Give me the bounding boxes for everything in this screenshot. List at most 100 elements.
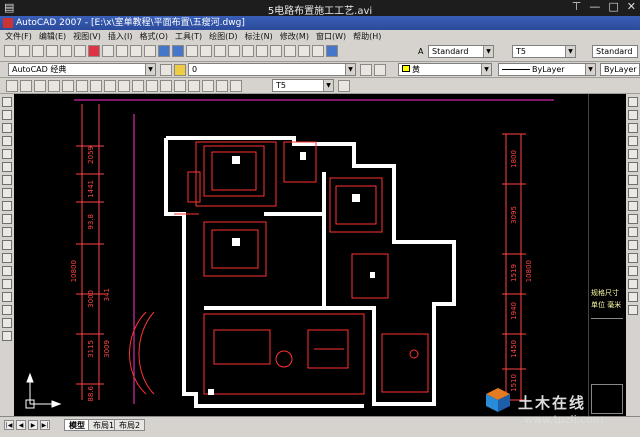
first-tab-icon[interactable]: |◀ (4, 420, 14, 430)
aligned-dim-icon[interactable] (20, 80, 32, 92)
copy-icon[interactable] (102, 45, 114, 57)
offset-icon[interactable] (628, 136, 638, 146)
block-editor-icon[interactable] (144, 45, 156, 57)
layer-manager-icon[interactable] (160, 64, 172, 76)
dim-style-select[interactable]: T5 ▼ (512, 45, 576, 58)
menu-tools[interactable]: 工具(T) (174, 31, 203, 42)
point-icon[interactable] (2, 266, 12, 276)
tolerance-icon[interactable] (174, 80, 186, 92)
menu-file[interactable]: 文件(F) (4, 31, 33, 42)
sheet-set-icon[interactable] (284, 45, 296, 57)
prev-tab-icon[interactable]: ◀ (16, 420, 26, 430)
radius-icon[interactable] (62, 80, 74, 92)
next-tab-icon[interactable]: ▶ (28, 420, 38, 430)
scale-icon[interactable] (628, 188, 638, 198)
continue-icon[interactable] (146, 80, 158, 92)
menu-draw[interactable]: 绘图(D) (208, 31, 238, 42)
cut-icon[interactable] (88, 45, 100, 57)
undo-icon[interactable] (158, 45, 170, 57)
arc-length-icon[interactable] (34, 80, 46, 92)
make-current-icon[interactable] (360, 64, 372, 76)
multiline-text-icon[interactable] (2, 331, 12, 341)
mirror-icon[interactable] (628, 123, 638, 133)
rotate-icon[interactable] (628, 175, 638, 185)
angular-icon[interactable] (104, 80, 116, 92)
menu-dimension[interactable]: 标注(N) (244, 31, 274, 42)
color-select[interactable]: 黄 ▼ (398, 63, 492, 76)
dim-style-select-2[interactable]: T5 ▼ (272, 79, 334, 92)
calculator-icon[interactable] (312, 45, 324, 57)
menu-format[interactable]: 格式(O) (138, 31, 169, 42)
dimension-style-icon[interactable] (338, 80, 350, 92)
hatch-icon[interactable] (2, 279, 12, 289)
match-properties-icon[interactable] (130, 45, 142, 57)
layer-previous-icon[interactable] (374, 64, 386, 76)
stretch-icon[interactable] (628, 201, 638, 211)
menu-edit[interactable]: 编辑(E) (38, 31, 67, 42)
menu-insert[interactable]: 插入(I) (107, 31, 134, 42)
layer-select[interactable]: 0 ▼ (188, 63, 356, 76)
make-block-icon[interactable] (2, 253, 12, 263)
circle-icon[interactable] (2, 175, 12, 185)
zoom-window-icon[interactable] (214, 45, 226, 57)
polyline-icon[interactable] (2, 123, 12, 133)
array-icon[interactable] (628, 149, 638, 159)
jogged-icon[interactable] (76, 80, 88, 92)
arc-icon[interactable] (2, 162, 12, 172)
print-icon[interactable] (46, 45, 58, 57)
tab-model[interactable]: 模型 (64, 419, 90, 431)
diameter-icon[interactable] (90, 80, 102, 92)
properties-icon[interactable] (242, 45, 254, 57)
paste-icon[interactable] (116, 45, 128, 57)
text-style-select[interactable]: Standard ▼ (428, 45, 494, 58)
quick-leader-icon[interactable] (160, 80, 172, 92)
open-icon[interactable] (18, 45, 30, 57)
dim-update-icon[interactable] (230, 80, 242, 92)
markup-icon[interactable] (298, 45, 310, 57)
linetype-select[interactable]: ByLayer ▼ (498, 63, 596, 76)
extend-icon[interactable] (628, 227, 638, 237)
menu-help[interactable]: 帮助(H) (352, 31, 382, 42)
menu-window[interactable]: 窗口(W) (315, 31, 347, 42)
save-icon[interactable] (32, 45, 44, 57)
insert-block-icon[interactable] (2, 240, 12, 250)
fillet-icon[interactable] (628, 292, 638, 302)
new-icon[interactable] (4, 45, 16, 57)
revision-cloud-icon[interactable] (2, 188, 12, 198)
center-mark-icon[interactable] (188, 80, 200, 92)
menu-view[interactable]: 视图(V) (72, 31, 102, 42)
baseline-icon[interactable] (132, 80, 144, 92)
spline-icon[interactable] (2, 201, 12, 211)
linear-dim-icon[interactable] (6, 80, 18, 92)
region-icon[interactable] (2, 305, 12, 315)
gradient-icon[interactable] (2, 292, 12, 302)
table-style-select[interactable]: Standard (592, 45, 638, 58)
dim-text-edit-icon[interactable] (216, 80, 228, 92)
close-icon[interactable]: ✕ (627, 1, 636, 13)
pan-icon[interactable] (186, 45, 198, 57)
design-center-icon[interactable] (256, 45, 268, 57)
dim-edit-icon[interactable] (202, 80, 214, 92)
ordinate-icon[interactable] (48, 80, 60, 92)
zoom-realtime-icon[interactable] (200, 45, 212, 57)
layer-state-icon[interactable] (174, 64, 186, 76)
erase-icon[interactable] (628, 97, 638, 107)
workspace-select[interactable]: AutoCAD 经典 ▼ (8, 63, 156, 76)
copy-object-icon[interactable] (628, 110, 638, 120)
help-icon[interactable] (326, 45, 338, 57)
rectangle-icon[interactable] (2, 149, 12, 159)
preview-icon[interactable] (60, 45, 72, 57)
chamfer-icon[interactable] (628, 279, 638, 289)
quick-dim-icon[interactable] (118, 80, 130, 92)
ellipse-icon[interactable] (2, 214, 12, 224)
break-icon[interactable] (628, 253, 638, 263)
table-icon[interactable] (2, 318, 12, 328)
tool-palettes-icon[interactable] (270, 45, 282, 57)
maximize-icon[interactable]: □ (608, 1, 618, 13)
move-icon[interactable] (628, 162, 638, 172)
tab-layout2[interactable]: 布局2 (114, 419, 146, 431)
publish-icon[interactable] (74, 45, 86, 57)
drawing-canvas[interactable]: 2059 1441 93.8 3000 341 3115 3009 88.6 1… (14, 94, 626, 416)
ellipse-arc-icon[interactable] (2, 227, 12, 237)
zoom-previous-icon[interactable] (228, 45, 240, 57)
